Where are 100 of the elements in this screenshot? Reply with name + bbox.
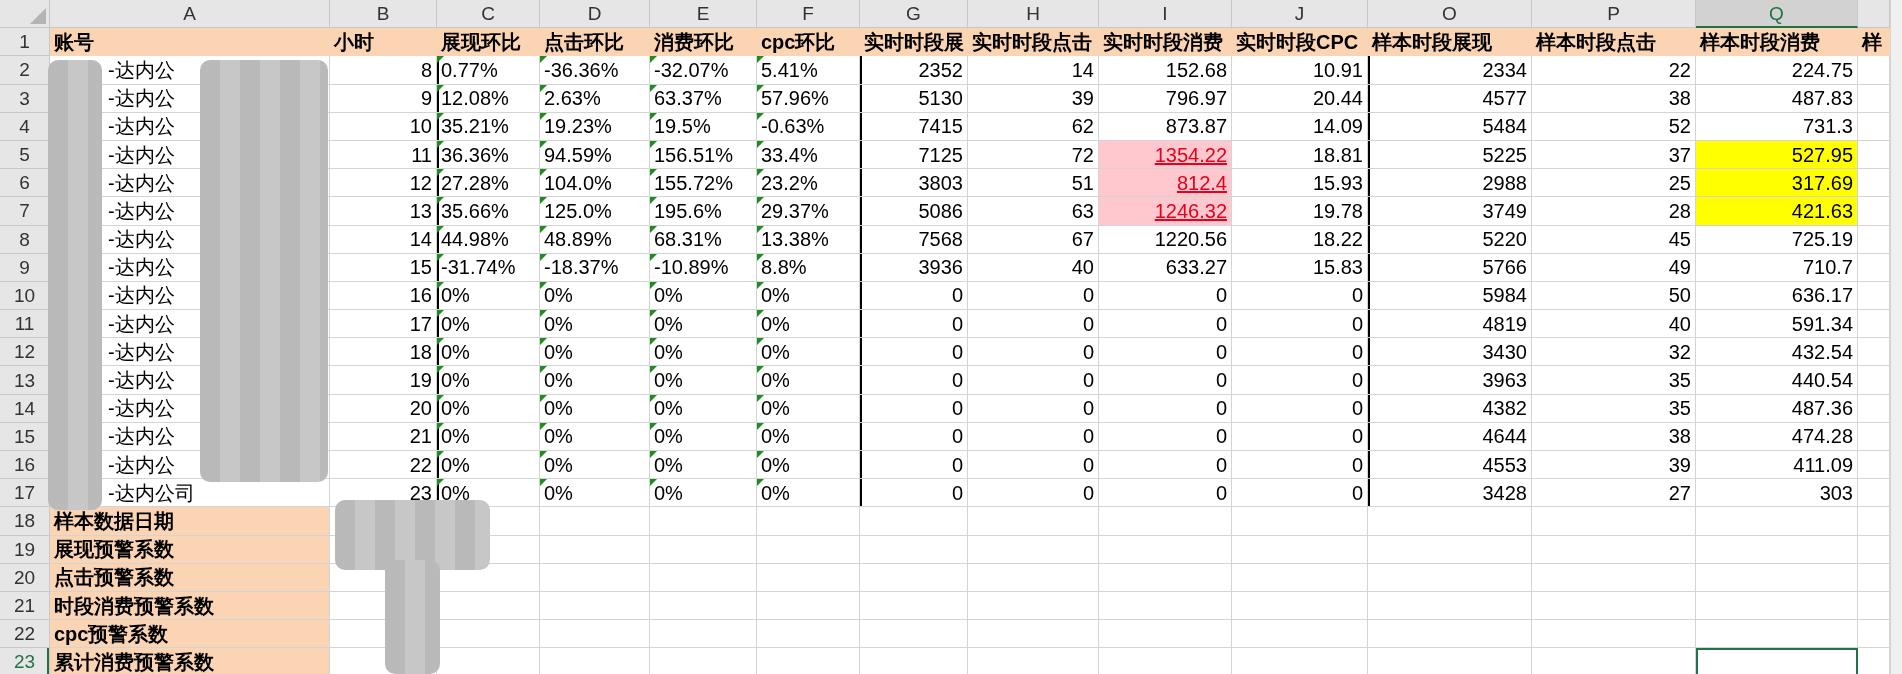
column-header[interactable]: C — [437, 0, 540, 29]
table-cell: -32.07% — [650, 56, 757, 85]
table-cell: 0% — [650, 310, 757, 339]
table-cell: 38 — [1532, 84, 1696, 113]
table-cell: 1246.32 — [1099, 197, 1232, 226]
row-header[interactable]: 6 — [0, 169, 50, 198]
row-header[interactable]: 16 — [0, 451, 50, 480]
column-header[interactable]: I — [1099, 0, 1232, 29]
table-cell: 7125 — [860, 140, 968, 170]
flag-icon — [757, 197, 764, 205]
row-header[interactable]: 17 — [0, 479, 50, 508]
flag-icon — [757, 225, 764, 233]
select-all-corner[interactable] — [0, 0, 50, 29]
flag-icon — [540, 225, 547, 233]
table-cell: 0 — [860, 394, 968, 423]
table-cell: 4382 — [1368, 394, 1532, 423]
table-cell: 4577 — [1368, 84, 1532, 113]
table-cell: 0 — [860, 451, 968, 480]
table-cell: 22 — [1532, 56, 1696, 85]
column-header[interactable]: O — [1368, 0, 1532, 29]
column-header[interactable]: H — [968, 0, 1099, 29]
table-cell: 725.19 — [1696, 225, 1858, 254]
table-cell: 19 — [330, 366, 437, 395]
row-header[interactable]: 13 — [0, 366, 50, 395]
column-header[interactable]: B — [330, 0, 437, 29]
table-cell: 40 — [1532, 310, 1696, 339]
row-header[interactable]: 23 — [0, 648, 50, 674]
header-cell: 点击环比 — [540, 28, 650, 57]
table-cell: 0 — [1099, 422, 1232, 451]
table-cell: 3803 — [860, 169, 968, 198]
header-cell: 样本时段展现 — [1368, 28, 1532, 57]
table-cell: 3430 — [1368, 338, 1532, 367]
table-cell: 累计消费预警系数 — [50, 648, 330, 674]
table-cell: 10.91 — [1232, 56, 1368, 85]
flag-icon — [540, 281, 547, 289]
row-header[interactable]: 20 — [0, 563, 50, 592]
table-cell: 67 — [968, 225, 1099, 254]
table-cell: 7415 — [860, 112, 968, 141]
table-cell: 12.08% — [437, 84, 540, 113]
table-cell: 0 — [968, 451, 1099, 480]
flag-icon — [540, 451, 547, 458]
flag-icon — [650, 197, 657, 205]
column-header[interactable]: P — [1532, 0, 1696, 29]
table-cell: 0% — [650, 394, 757, 423]
flag-icon — [540, 112, 547, 120]
table-cell: 0 — [968, 338, 1099, 367]
row-header[interactable]: 22 — [0, 620, 50, 649]
table-cell: 0 — [1232, 366, 1368, 395]
table-cell: 时段消费预警系数 — [50, 591, 330, 621]
table-cell: 0% — [757, 451, 860, 480]
flag-icon — [650, 253, 657, 261]
column-header[interactable]: F — [757, 0, 860, 29]
table-cell: 展现预警系数 — [50, 535, 330, 564]
table-cell: 0% — [437, 281, 540, 311]
column-header[interactable]: D — [540, 0, 650, 29]
table-cell: 63.37% — [650, 84, 757, 113]
table-cell: 19.5% — [650, 112, 757, 141]
scrollbar[interactable] — [1890, 0, 1902, 674]
row-header[interactable]: 11 — [0, 310, 50, 339]
row-header[interactable]: 7 — [0, 197, 50, 226]
row-header[interactable]: 12 — [0, 338, 50, 367]
table-cell: 2988 — [1368, 169, 1532, 198]
table-cell: 57.96% — [757, 84, 860, 113]
table-cell: 38 — [1532, 422, 1696, 451]
flag-icon — [540, 253, 547, 261]
flag-icon — [650, 338, 657, 346]
flag-icon — [650, 366, 657, 374]
table-cell: 68.31% — [650, 225, 757, 254]
table-cell: 0% — [650, 479, 757, 508]
flag-icon — [540, 394, 547, 402]
row-header[interactable]: 1 — [0, 28, 50, 57]
selected-cell[interactable] — [1696, 648, 1858, 674]
table-cell: 0 — [968, 479, 1099, 508]
table-cell: 8.8% — [757, 253, 860, 282]
column-header[interactable]: A — [50, 0, 330, 29]
flag-icon — [757, 253, 764, 261]
table-cell: 50 — [1532, 281, 1696, 311]
flag-icon — [437, 169, 444, 177]
table-cell: 3428 — [1368, 479, 1532, 508]
flag-icon — [757, 422, 764, 430]
table-cell: 27.28% — [437, 169, 540, 198]
table-cell: 9 — [330, 84, 437, 113]
table-cell: 13 — [330, 197, 437, 226]
table-cell: 27 — [1532, 479, 1696, 508]
row-header[interactable]: 18 — [0, 507, 50, 536]
table-cell: 35 — [1532, 366, 1696, 395]
flag-icon — [757, 451, 764, 458]
table-cell: 0% — [757, 394, 860, 423]
row-header[interactable]: 19 — [0, 535, 50, 564]
table-cell: 0% — [650, 281, 757, 311]
table-cell: 0 — [860, 310, 968, 339]
table-cell: 0% — [540, 394, 650, 423]
table-cell: 35.66% — [437, 197, 540, 226]
flag-icon — [650, 84, 657, 92]
row-header[interactable]: 2 — [0, 56, 50, 85]
column-header[interactable]: G — [860, 0, 968, 29]
column-header[interactable]: J — [1232, 0, 1368, 29]
row-header[interactable]: 21 — [0, 591, 50, 621]
column-header[interactable] — [1858, 0, 1890, 29]
column-header[interactable]: E — [650, 0, 757, 29]
